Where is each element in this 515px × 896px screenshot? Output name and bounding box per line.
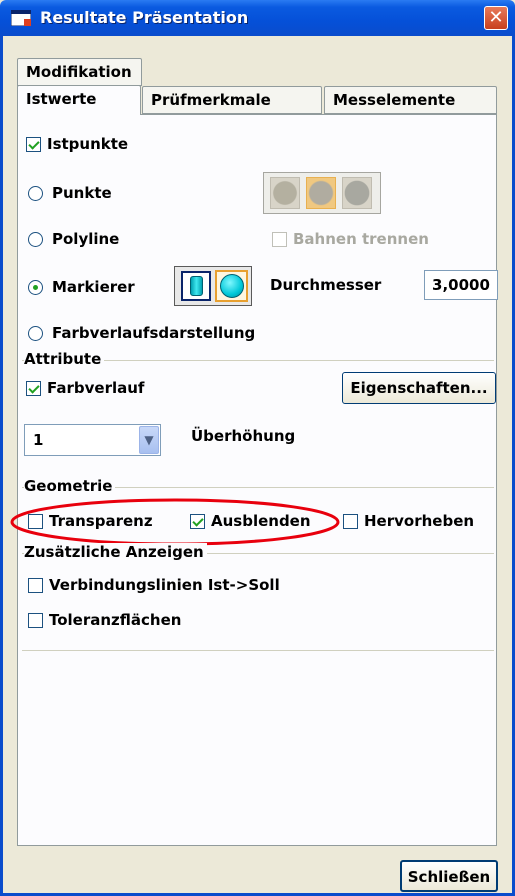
attribute-group-title: Attribute <box>24 350 105 368</box>
toleranzflaechen-checkbox[interactable]: Toleranzflächen <box>28 609 181 631</box>
punkte-radio[interactable]: Punkte <box>28 182 112 204</box>
radio-circle[interactable] <box>28 325 43 341</box>
farbverlauf-checkbox[interactable]: Farbverlauf <box>26 377 144 399</box>
sphere-marker-icon[interactable] <box>215 270 248 302</box>
durchmesser-label: Durchmesser <box>270 276 382 294</box>
radio-circle[interactable] <box>28 279 43 295</box>
combobox-value: 1 <box>33 431 44 449</box>
polyline-radio[interactable]: Polyline <box>28 228 119 250</box>
bahnen-trennen-checkbox[interactable]: Bahnen trennen <box>272 228 429 250</box>
radio-circle[interactable] <box>28 185 43 201</box>
point-style-picker[interactable] <box>263 172 381 214</box>
hervorheben-checkbox[interactable]: Hervorheben <box>343 510 474 532</box>
schliessen-button[interactable]: Schließen <box>400 860 498 892</box>
checkbox-box[interactable] <box>272 231 287 247</box>
checkbox-box[interactable] <box>28 612 43 628</box>
istpunkte-checkbox[interactable]: Istpunkte <box>26 133 128 155</box>
farbverlaufsdarstellung-radio[interactable]: Farbverlaufsdarstellung <box>28 322 255 344</box>
checkbox-box[interactable] <box>26 380 41 396</box>
tab-modifikation[interactable]: Modifikation <box>17 58 142 86</box>
ueberhoehung-combobox[interactable]: 1 ▼ <box>24 424 161 456</box>
tab-istwerte[interactable]: Istwerte <box>17 85 141 115</box>
close-icon: ✕ <box>488 7 504 28</box>
checkbox-box[interactable] <box>343 513 358 529</box>
point-style-selected[interactable] <box>306 177 336 209</box>
cylinder-marker-icon[interactable] <box>181 271 211 301</box>
tab-messelemente[interactable]: Messelemente <box>324 86 497 114</box>
chevron-down-icon[interactable]: ▼ <box>139 426 159 454</box>
app-window-icon <box>11 10 31 26</box>
durchmesser-input[interactable]: 3,0000 <box>424 270 498 300</box>
geometrie-group-title: Geometrie <box>24 477 116 495</box>
point-style-sparse[interactable] <box>270 177 300 209</box>
tab-pruefmerkmale[interactable]: Prüfmerkmale <box>142 86 322 114</box>
zusaetzliche-group-title: Zusätzliche Anzeigen <box>24 543 207 561</box>
marker-style-picker[interactable] <box>174 266 252 306</box>
checkbox-box[interactable] <box>28 577 43 593</box>
markierer-radio[interactable]: Markierer <box>28 276 135 298</box>
close-button[interactable]: ✕ <box>484 6 508 30</box>
checkbox-box[interactable] <box>26 136 41 152</box>
title-bar: Resultate Präsentation ✕ <box>0 0 515 36</box>
eigenschaften-button[interactable]: Eigenschaften... <box>342 372 496 404</box>
ueberhoehung-label: Überhöhung <box>191 427 296 445</box>
window-title: Resultate Präsentation <box>40 8 249 27</box>
verbindungslinien-checkbox[interactable]: Verbindungslinien Ist->Soll <box>28 574 280 596</box>
point-style-dense[interactable] <box>342 177 372 209</box>
highlight-ellipse <box>10 498 340 546</box>
zusaetzliche-group-bottom <box>22 650 494 651</box>
radio-circle[interactable] <box>28 231 43 247</box>
